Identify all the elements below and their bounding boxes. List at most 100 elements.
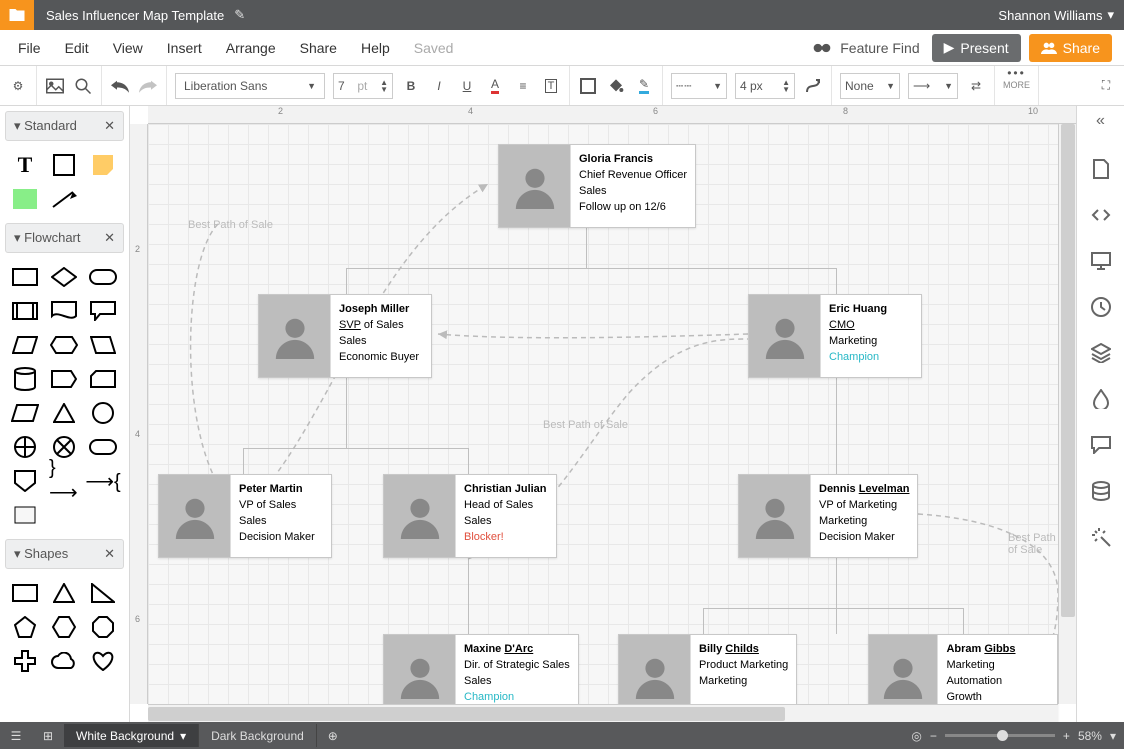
shape-cross-circ[interactable] bbox=[10, 434, 40, 460]
scrollbar-thumb-v[interactable] bbox=[1061, 124, 1075, 617]
shape-cylinder[interactable] bbox=[10, 366, 40, 392]
arrow-start-select[interactable]: None▼ bbox=[840, 73, 900, 99]
shape-swatch[interactable] bbox=[10, 502, 40, 528]
border-color-icon[interactable]: ✎ bbox=[634, 76, 654, 96]
align-icon[interactable]: ≡ bbox=[513, 76, 533, 96]
person-card[interactable]: Christian JulianHead of SalesSalesBlocke… bbox=[383, 474, 557, 558]
page-icon[interactable] bbox=[1090, 158, 1112, 180]
fill-icon[interactable] bbox=[606, 76, 626, 96]
shape-trap1[interactable] bbox=[10, 332, 40, 358]
shape-circle[interactable] bbox=[88, 400, 118, 426]
data-icon[interactable] bbox=[1090, 480, 1112, 502]
zoom-menu-icon[interactable]: ▾ bbox=[1110, 729, 1116, 743]
share-button[interactable]: Share bbox=[1029, 34, 1112, 62]
history-icon[interactable] bbox=[1090, 296, 1112, 318]
scrollbar-thumb-h[interactable] bbox=[148, 707, 785, 721]
panel-shapes-header[interactable]: ▾ Shapes✕ bbox=[5, 539, 124, 569]
shape-oct[interactable] bbox=[88, 614, 118, 640]
toolbar-more[interactable]: MORE bbox=[1003, 80, 1030, 90]
shape-diamond[interactable] bbox=[49, 264, 79, 290]
tab-dark-bg[interactable]: Dark Background bbox=[199, 724, 317, 747]
zoom-target-icon[interactable]: ◎ bbox=[911, 729, 921, 743]
text-box-icon[interactable]: T bbox=[541, 76, 561, 96]
collapse-rail-icon[interactable]: « bbox=[1096, 112, 1105, 134]
rename-icon[interactable]: ✎ bbox=[234, 7, 245, 23]
bold-icon[interactable]: B bbox=[401, 76, 421, 96]
italic-icon[interactable]: I bbox=[429, 76, 449, 96]
person-card[interactable]: Dennis LevelmanVP of MarketingMarketingD… bbox=[738, 474, 918, 558]
undo-icon[interactable] bbox=[110, 76, 130, 96]
grid-view-icon[interactable]: ⊞ bbox=[32, 729, 64, 743]
chat-icon[interactable] bbox=[1090, 434, 1112, 456]
folder-icon[interactable] bbox=[0, 0, 34, 30]
person-card[interactable]: Joseph MillerSVP of SalesSalesEconomic B… bbox=[258, 294, 432, 378]
shape-rect2[interactable] bbox=[10, 580, 40, 606]
menu-edit[interactable]: Edit bbox=[53, 40, 101, 56]
shape-doc[interactable] bbox=[49, 298, 79, 324]
shape-penta[interactable] bbox=[10, 614, 40, 640]
shape-stadium[interactable] bbox=[88, 434, 118, 460]
shape-fill[interactable] bbox=[10, 186, 40, 212]
comment-icon[interactable] bbox=[1090, 204, 1112, 226]
shape-text[interactable]: T bbox=[10, 152, 40, 178]
shape-shield[interactable] bbox=[10, 468, 40, 494]
shape-heart[interactable] bbox=[88, 648, 118, 674]
arrow-end-select[interactable]: ⟶▼ bbox=[908, 73, 958, 99]
shape-brace-r[interactable]: ⟶{ bbox=[88, 468, 118, 494]
shape-hex[interactable] bbox=[49, 332, 79, 358]
font-select[interactable]: Liberation Sans▼ bbox=[175, 73, 325, 99]
menu-share[interactable]: Share bbox=[288, 40, 349, 56]
shape-tri[interactable] bbox=[49, 400, 79, 426]
search-icon[interactable] bbox=[73, 76, 93, 96]
shape-arrow[interactable] bbox=[49, 186, 79, 212]
shape-trap2[interactable] bbox=[88, 332, 118, 358]
image-icon[interactable] bbox=[45, 76, 65, 96]
shape-pent[interactable] bbox=[49, 366, 79, 392]
menu-insert[interactable]: Insert bbox=[155, 40, 214, 56]
tab-white-bg[interactable]: White Background ▾ bbox=[64, 724, 199, 747]
panel-flowchart-header[interactable]: ▾ Flowchart✕ bbox=[5, 223, 124, 253]
font-size-input[interactable]: 7pt▲▼ bbox=[333, 73, 393, 99]
zoom-slider[interactable] bbox=[945, 734, 1055, 737]
shape-card[interactable] bbox=[88, 366, 118, 392]
shape-callout[interactable] bbox=[88, 298, 118, 324]
shape-style-icon[interactable] bbox=[578, 76, 598, 96]
shape-terminator[interactable] bbox=[88, 264, 118, 290]
zoom-slider-thumb[interactable] bbox=[997, 730, 1008, 741]
shape-cloud[interactable] bbox=[49, 648, 79, 674]
text-color-icon[interactable]: A bbox=[485, 76, 505, 96]
magic-icon[interactable] bbox=[1090, 526, 1112, 548]
add-tab-icon[interactable]: ⊕ bbox=[317, 729, 349, 743]
droplet-icon[interactable] bbox=[1090, 388, 1112, 410]
present-icon[interactable] bbox=[1090, 250, 1112, 272]
layers-icon[interactable] bbox=[1090, 342, 1112, 364]
person-card[interactable]: Peter MartinVP of SalesSalesDecision Mak… bbox=[158, 474, 332, 558]
close-icon[interactable]: ✕ bbox=[104, 118, 115, 134]
shape-tri2[interactable] bbox=[49, 580, 79, 606]
line-curve-icon[interactable] bbox=[803, 76, 823, 96]
canvas[interactable]: Best Path of Sale Best Path of Sale Best… bbox=[148, 124, 1058, 704]
menu-arrange[interactable]: Arrange bbox=[214, 40, 288, 56]
shape-predef[interactable] bbox=[10, 298, 40, 324]
user-menu[interactable]: Shannon Williams ▾ bbox=[998, 7, 1114, 23]
person-card[interactable]: Eric HuangCMO MarketingChampion bbox=[748, 294, 922, 378]
feature-find[interactable]: Feature Find bbox=[812, 40, 919, 56]
shape-square[interactable] bbox=[49, 152, 79, 178]
shape-note[interactable] bbox=[88, 152, 118, 178]
menu-help[interactable]: Help bbox=[349, 40, 402, 56]
shape-hex2[interactable] bbox=[49, 614, 79, 640]
panel-standard-header[interactable]: ▾ Standard✕ bbox=[5, 111, 124, 141]
present-button[interactable]: ▶ Present bbox=[932, 34, 1021, 62]
person-card[interactable]: Gloria FrancisChief Revenue OfficerSales… bbox=[498, 144, 696, 228]
redo-icon[interactable] bbox=[138, 76, 158, 96]
scrollbar-vertical[interactable] bbox=[1058, 124, 1076, 704]
gear-icon[interactable]: ⚙ bbox=[8, 76, 28, 96]
shape-brace-l[interactable]: }⟶ bbox=[49, 468, 79, 494]
zoom-in-icon[interactable]: + bbox=[1063, 729, 1070, 743]
stroke-width-select[interactable]: 4 px▲▼ bbox=[735, 73, 795, 99]
zoom-out-icon[interactable]: − bbox=[930, 729, 937, 743]
stroke-style-select[interactable]: ┄┄▼ bbox=[671, 73, 727, 99]
shape-rtri[interactable] bbox=[88, 580, 118, 606]
scrollbar-horizontal[interactable] bbox=[148, 704, 1058, 722]
shape-plus[interactable] bbox=[10, 648, 40, 674]
